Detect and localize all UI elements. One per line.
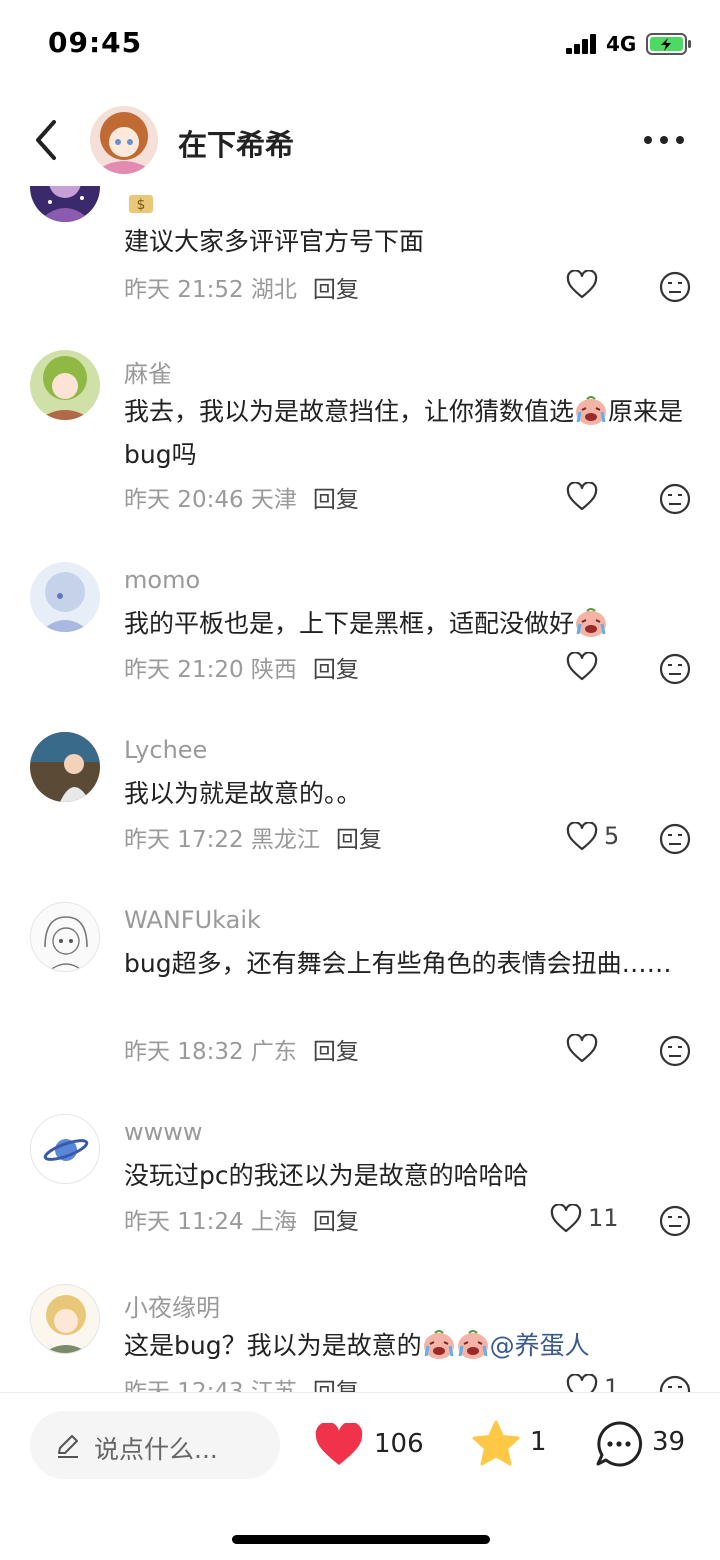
comment-text: 没玩过pc的我还以为是故意的哈哈哈 — [124, 1161, 529, 1190]
mention-link[interactable]: @养蛋人 — [490, 1331, 590, 1360]
commenter-avatar[interactable] — [30, 1284, 100, 1354]
heart-icon — [566, 822, 598, 851]
battery-icon — [646, 33, 691, 55]
commenter-avatar[interactable] — [30, 562, 100, 632]
collect-button[interactable]: 1 — [470, 1419, 560, 1469]
like-button[interactable] — [566, 650, 656, 686]
comment-text: 这是bug？我以为是故意的 @养蛋人 — [124, 1330, 590, 1360]
commenter-name[interactable]: wwww — [124, 1118, 203, 1146]
comment-item: $ 建议大家多评评官方号下面 昨天 21:52 湖北 回复 — [0, 186, 720, 326]
bottom-action-bar: 说点什么... 106 1 39 — [0, 1392, 720, 1560]
dislike-face-icon[interactable] — [658, 652, 692, 686]
comment-meta: 昨天 20:46 天津 回复 — [124, 487, 359, 513]
heart-icon — [550, 1204, 582, 1233]
commenter-name[interactable]: momo — [124, 566, 200, 594]
like-button[interactable]: 11 — [550, 1202, 640, 1238]
reply-button[interactable]: 回复 — [313, 1209, 359, 1235]
author-name[interactable]: 在下希希 — [178, 122, 294, 164]
comment-item: WANFUkaik bug超多，还有舞会上有些角色的表情会扭曲…… 昨天 18:… — [0, 898, 720, 1098]
comment-meta: 昨天 21:20 陕西 回复 — [124, 657, 359, 683]
comment-list[interactable]: $ 建议大家多评评官方号下面 昨天 21:52 湖北 回复 麻雀 我去，我以为是… — [0, 186, 720, 1392]
comment-meta: 昨天 21:52 湖北 回复 — [124, 277, 359, 303]
comment-text: 我以为就是故意的。。 — [124, 779, 362, 808]
comments-button[interactable]: 39 — [594, 1419, 704, 1469]
dislike-face-icon[interactable] — [658, 270, 692, 304]
reply-button[interactable]: 回复 — [313, 1039, 359, 1065]
heart-icon — [566, 482, 598, 511]
commenter-name[interactable]: 麻雀 — [124, 354, 172, 389]
like-count: 1 — [604, 1374, 620, 1392]
commenter-avatar[interactable] — [30, 902, 100, 972]
comment-text: bug超多，还有舞会上有些角色的表情会扭曲…… — [124, 949, 672, 978]
reply-button[interactable]: 回复 — [313, 1379, 359, 1392]
commenter-name[interactable]: WANFUkaik — [124, 906, 261, 934]
heart-icon — [566, 652, 598, 681]
comment-item: momo 我的平板也是，上下是黑框，适配没做好 昨天 21:20 陕西 回复 — [0, 558, 720, 718]
back-icon[interactable] — [30, 118, 66, 162]
commenter-name[interactable]: Lychee — [124, 736, 207, 764]
dislike-face-icon[interactable] — [658, 822, 692, 856]
reply-button[interactable]: 回复 — [313, 277, 359, 303]
crying-emoji-icon — [576, 608, 607, 637]
home-indicator[interactable] — [232, 1535, 490, 1544]
post-like-count: 106 — [374, 1429, 424, 1459]
comment-item: Lychee 我以为就是故意的。。 昨天 17:22 黑龙江 回复 5 — [0, 728, 720, 888]
comment-meta: 昨天 11:24 上海 回复 — [124, 1209, 359, 1235]
heart-icon — [566, 1034, 598, 1063]
dislike-face-icon[interactable] — [658, 1374, 692, 1392]
like-count: 5 — [604, 822, 620, 850]
comment-meta: 昨天 12:43 江苏 回复 — [124, 1372, 359, 1392]
like-count: 11 — [588, 1204, 619, 1232]
collect-count: 1 — [530, 1427, 547, 1457]
reply-button[interactable]: 回复 — [336, 827, 382, 853]
commenter-avatar[interactable] — [30, 186, 100, 222]
reply-button[interactable]: 回复 — [313, 657, 359, 683]
signal-icon — [566, 34, 600, 54]
comment-text: 我的平板也是，上下是黑框，适配没做好 — [124, 602, 684, 645]
pencil-icon — [58, 1435, 78, 1458]
reply-button[interactable]: 回复 — [313, 487, 359, 513]
nav-header: 在下希希 — [0, 96, 720, 186]
status-time: 09:45 — [48, 26, 143, 59]
post-like-button[interactable]: 106 — [314, 1421, 434, 1471]
comment-meta: 昨天 18:32 广东 回复 — [124, 1039, 359, 1065]
commenter-name[interactable]: 小夜缘明 — [124, 1288, 220, 1323]
comment-input[interactable]: 说点什么... — [30, 1411, 280, 1479]
star-icon — [472, 1420, 520, 1466]
heart-icon — [566, 270, 598, 299]
heart-icon — [315, 1423, 363, 1465]
like-button[interactable]: 5 — [566, 820, 656, 856]
svg-text:$: $ — [137, 197, 146, 213]
crying-emoji-icon — [423, 1330, 454, 1359]
comment-placeholder: 说点什么... — [94, 1435, 218, 1464]
comment-meta: 昨天 17:22 黑龙江 回复 — [124, 827, 382, 853]
commenter-avatar[interactable] — [30, 350, 100, 420]
crying-emoji-icon — [457, 1330, 488, 1359]
comment-text: 我去，我以为是故意挡住，让你猜数值选 原来是bug吗 — [124, 396, 684, 469]
commenter-avatar[interactable] — [30, 732, 100, 802]
dislike-face-icon[interactable] — [658, 1034, 692, 1068]
status-bar: 09:45 4G — [0, 0, 720, 88]
comment-count: 39 — [652, 1427, 686, 1457]
crying-emoji-icon — [576, 396, 607, 425]
like-button[interactable] — [566, 1032, 656, 1068]
commenter-avatar[interactable] — [30, 1114, 100, 1184]
comment-item: 麻雀 我去，我以为是故意挡住，让你猜数值选 原来是bug吗 昨天 20:46 天津… — [0, 346, 720, 546]
network-type: 4G — [606, 32, 637, 56]
money-badge-icon: $ — [129, 195, 153, 213]
like-button[interactable] — [566, 480, 656, 516]
comment-text: 建议大家多评评官方号下面 — [124, 227, 425, 256]
heart-icon — [566, 1374, 598, 1392]
author-avatar[interactable] — [90, 106, 158, 174]
chat-bubble-icon — [596, 1421, 643, 1467]
comment-item: 小夜缘明 这是bug？我以为是故意的 @养蛋人 昨天 12:43 江苏 回复 1 — [0, 1280, 720, 1392]
like-button[interactable]: 1 — [566, 1372, 656, 1392]
like-button[interactable] — [566, 268, 656, 304]
comment-item: wwww 没玩过pc的我还以为是故意的哈哈哈 昨天 11:24 上海 回复 11 — [0, 1110, 720, 1270]
dislike-face-icon[interactable] — [658, 482, 692, 516]
more-icon[interactable] — [644, 136, 686, 146]
dislike-face-icon[interactable] — [658, 1204, 692, 1238]
